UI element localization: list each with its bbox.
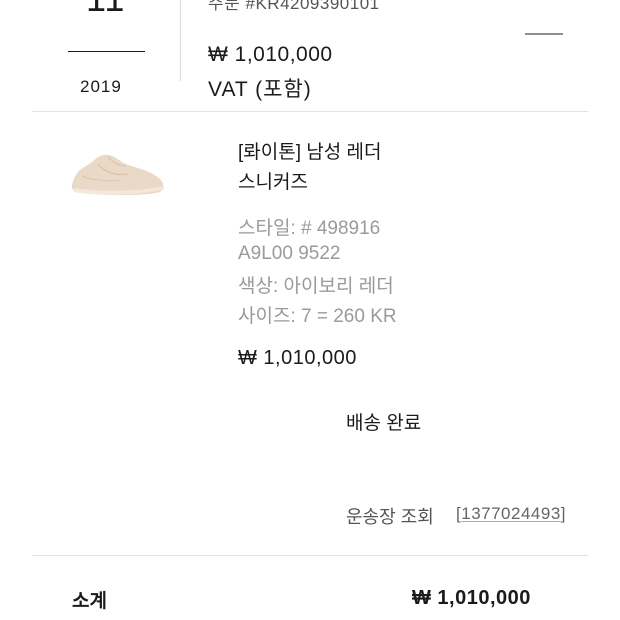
product-style-code: A9L00 9522 <box>238 243 341 264</box>
product-color: 색상: 아이보리 레더 <box>238 276 394 297</box>
collapse-icon[interactable] <box>522 26 564 46</box>
sneaker-image <box>71 154 164 196</box>
product-name-line2[interactable]: 스니커즈 <box>238 167 308 194</box>
header-vertical-divider <box>180 0 181 81</box>
product-style: 스타일: # 498916 <box>238 218 381 239</box>
section-divider-bottom <box>32 555 588 556</box>
product-price: ₩ 1,010,000 <box>238 347 357 369</box>
tracking-label: 운송장 조회 <box>346 507 434 527</box>
order-number: 주문 #KR4209390101 <box>208 0 380 13</box>
order-total: ₩ 1,010,000 <box>208 43 333 66</box>
order-date-year: 2019 <box>80 77 122 96</box>
product-thumbnail[interactable] <box>68 146 170 200</box>
tracking-number[interactable]: 1377024493 <box>461 504 561 523</box>
delivery-status: 배송 완료 <box>346 413 422 434</box>
date-divider <box>68 51 145 52</box>
subtotal-value: ₩ 1,010,000 <box>412 587 531 609</box>
section-divider-top <box>32 111 588 112</box>
subtotal-label: 소계 <box>72 591 107 612</box>
product-name-line1[interactable]: [롸이톤] 남성 레더 <box>238 137 381 164</box>
product-size: 사이즈: 7 = 260 KR <box>238 306 397 327</box>
tracking-number-link[interactable]: [1377024493] <box>456 504 566 524</box>
vat-note: VAT (포함) <box>208 78 312 101</box>
order-date-day: 11 <box>86 0 125 20</box>
